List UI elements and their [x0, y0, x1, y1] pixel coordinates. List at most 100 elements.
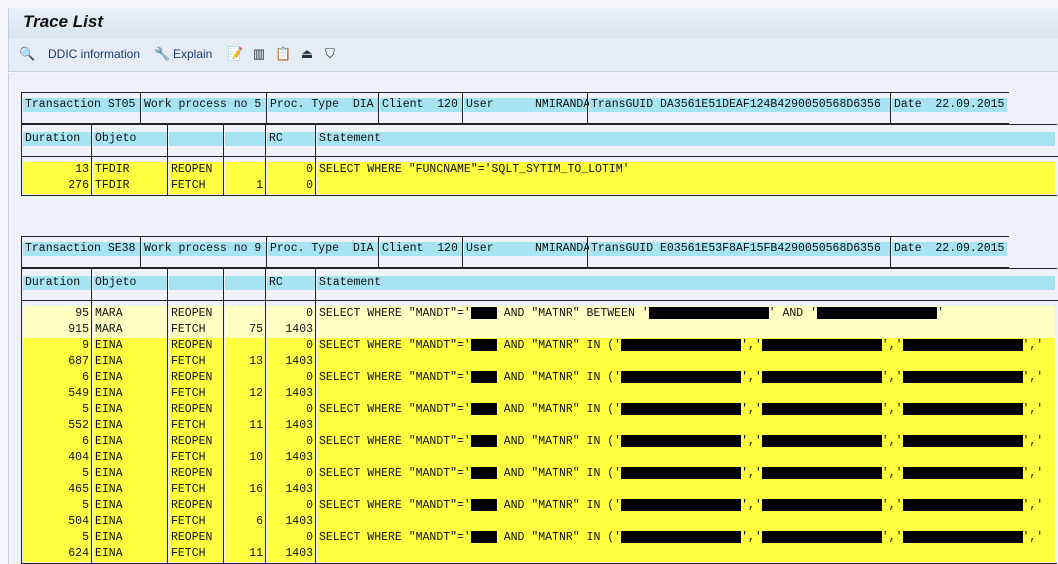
count-cell[interactable]	[225, 466, 265, 482]
column-header-objeto[interactable]: Objeto	[93, 276, 167, 290]
statement-cell[interactable]	[317, 178, 1055, 194]
duration-cell[interactable]: 6	[23, 434, 91, 450]
objeto-cell[interactable]: EINA	[93, 498, 167, 514]
op-cell[interactable]: FETCH	[169, 178, 223, 194]
count-cell[interactable]	[225, 306, 265, 322]
objeto-cell[interactable]: EINA	[93, 450, 167, 466]
op-cell[interactable]: REOPEN	[169, 498, 223, 514]
op-cell[interactable]: REOPEN	[169, 338, 223, 354]
op-cell[interactable]: REOPEN	[169, 530, 223, 546]
duration-cell[interactable]: 9	[23, 338, 91, 354]
column-header-count[interactable]	[225, 276, 265, 290]
rc-cell[interactable]: 1403	[267, 418, 315, 434]
duration-cell[interactable]: 465	[23, 482, 91, 498]
objeto-cell[interactable]: EINA	[93, 418, 167, 434]
count-cell[interactable]	[225, 402, 265, 418]
duration-cell[interactable]: 915	[23, 322, 91, 338]
column-header-count[interactable]	[225, 132, 265, 146]
objeto-cell[interactable]: TFDIR	[93, 162, 167, 178]
duration-cell[interactable]: 276	[23, 178, 91, 194]
count-cell[interactable]: 11	[225, 418, 265, 434]
duration-cell[interactable]: 5	[23, 498, 91, 514]
count-cell[interactable]: 75	[225, 322, 265, 338]
duration-cell[interactable]: 624	[23, 546, 91, 562]
statement-cell[interactable]: SELECT WHERE "MANDT"=' AND "MATNR" IN ('…	[317, 498, 1055, 514]
objeto-cell[interactable]: TFDIR	[93, 178, 167, 194]
column-header-op[interactable]	[169, 276, 223, 290]
statement-cell[interactable]	[317, 322, 1055, 338]
statement-cell[interactable]: SELECT WHERE "MANDT"=' AND "MATNR" IN ('…	[317, 338, 1055, 354]
column-header-rc[interactable]: RC	[267, 276, 315, 290]
statement-cell[interactable]	[317, 482, 1055, 498]
count-cell[interactable]	[225, 498, 265, 514]
objeto-cell[interactable]: EINA	[93, 402, 167, 418]
ddic-information-button[interactable]: 🔍 DDIC information	[19, 46, 140, 62]
rc-cell[interactable]: 1403	[267, 514, 315, 530]
rc-cell[interactable]: 1403	[267, 450, 315, 466]
duration-cell[interactable]: 5	[23, 402, 91, 418]
explain-button[interactable]: 🔧 Explain	[154, 46, 212, 62]
count-cell[interactable]: 11	[225, 546, 265, 562]
rc-cell[interactable]: 1403	[267, 482, 315, 498]
rc-cell[interactable]: 0	[267, 530, 315, 546]
column-header-duration[interactable]: Duration	[23, 276, 91, 290]
count-cell[interactable]	[225, 370, 265, 386]
duration-cell[interactable]: 5	[23, 530, 91, 546]
column-header-op[interactable]	[169, 132, 223, 146]
statement-cell[interactable]: SELECT WHERE "MANDT"=' AND "MATNR" IN ('…	[317, 530, 1055, 546]
print-icon[interactable]: ⏏	[299, 46, 315, 62]
statement-cell[interactable]: SELECT WHERE "MANDT"=' AND "MATNR" IN ('…	[317, 402, 1055, 418]
objeto-cell[interactable]: EINA	[93, 370, 167, 386]
rc-cell[interactable]: 0	[267, 370, 315, 386]
count-cell[interactable]: 13	[225, 354, 265, 370]
op-cell[interactable]: FETCH	[169, 546, 223, 562]
objeto-cell[interactable]: EINA	[93, 338, 167, 354]
count-cell[interactable]	[225, 434, 265, 450]
statement-cell[interactable]	[317, 450, 1055, 466]
statement-cell[interactable]	[317, 386, 1055, 402]
column-header-objeto[interactable]: Objeto	[93, 132, 167, 146]
rc-cell[interactable]: 0	[267, 162, 315, 178]
duration-cell[interactable]: 13	[23, 162, 91, 178]
op-cell[interactable]: FETCH	[169, 482, 223, 498]
duration-cell[interactable]: 687	[23, 354, 91, 370]
rc-cell[interactable]: 0	[267, 338, 315, 354]
op-cell[interactable]: REOPEN	[169, 402, 223, 418]
column-header-duration[interactable]: Duration	[23, 132, 91, 146]
rc-cell[interactable]: 0	[267, 498, 315, 514]
objeto-cell[interactable]: EINA	[93, 466, 167, 482]
objeto-cell[interactable]: EINA	[93, 354, 167, 370]
statement-cell[interactable]: SELECT WHERE "MANDT"=' AND "MATNR" BETWE…	[317, 306, 1055, 322]
count-cell[interactable]	[225, 338, 265, 354]
statement-cell[interactable]: SELECT WHERE "FUNCNAME"='SQLT_SYTIM_TO_L…	[317, 162, 1055, 178]
column-header-statement[interactable]: Statement	[317, 276, 1055, 290]
statement-cell[interactable]	[317, 354, 1055, 370]
count-cell[interactable]: 12	[225, 386, 265, 402]
op-cell[interactable]: FETCH	[169, 322, 223, 338]
op-cell[interactable]: REOPEN	[169, 162, 223, 178]
statement-cell[interactable]: SELECT WHERE "MANDT"=' AND "MATNR" IN ('…	[317, 370, 1055, 386]
objeto-cell[interactable]: MARA	[93, 322, 167, 338]
op-cell[interactable]: FETCH	[169, 386, 223, 402]
count-cell[interactable]: 10	[225, 450, 265, 466]
statement-cell[interactable]	[317, 546, 1055, 562]
op-cell[interactable]: REOPEN	[169, 370, 223, 386]
op-cell[interactable]: FETCH	[169, 514, 223, 530]
rc-cell[interactable]: 0	[267, 402, 315, 418]
statement-cell[interactable]	[317, 514, 1055, 530]
op-cell[interactable]: FETCH	[169, 418, 223, 434]
duration-cell[interactable]: 552	[23, 418, 91, 434]
objeto-cell[interactable]: EINA	[93, 530, 167, 546]
duration-cell[interactable]: 549	[23, 386, 91, 402]
objeto-cell[interactable]: EINA	[93, 514, 167, 530]
rc-cell[interactable]: 1403	[267, 354, 315, 370]
duration-cell[interactable]: 6	[23, 370, 91, 386]
rc-cell[interactable]: 1403	[267, 386, 315, 402]
duration-cell[interactable]: 95	[23, 306, 91, 322]
rc-cell[interactable]: 0	[267, 306, 315, 322]
rc-cell[interactable]: 0	[267, 434, 315, 450]
filter-shield-icon[interactable]: ⛉	[322, 46, 338, 62]
count-cell[interactable]	[225, 530, 265, 546]
column-header-statement[interactable]: Statement	[317, 132, 1055, 146]
op-cell[interactable]: REOPEN	[169, 434, 223, 450]
